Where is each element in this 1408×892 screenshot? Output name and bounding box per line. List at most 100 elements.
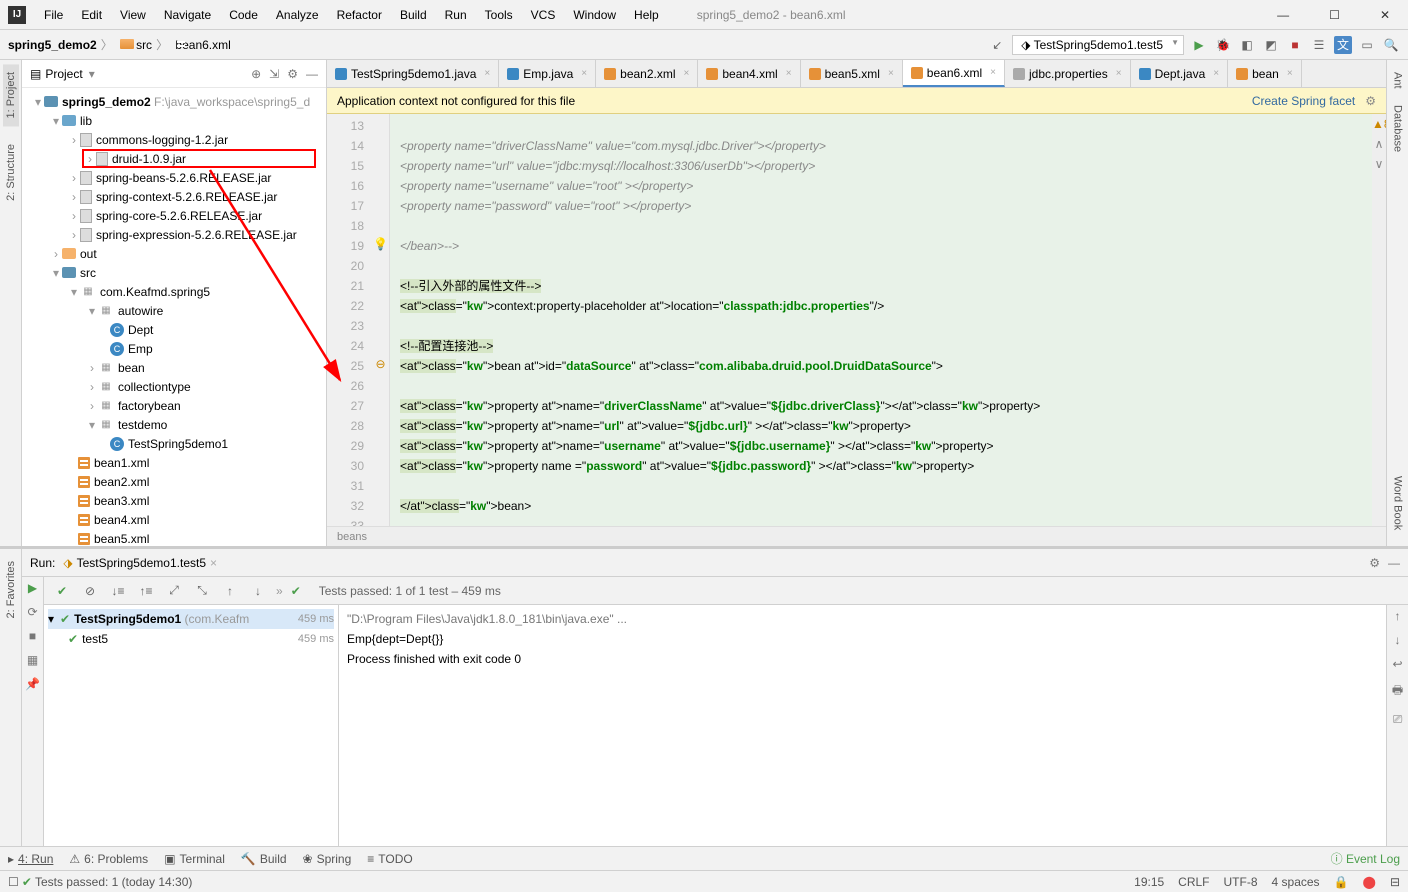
line-separator[interactable]: CRLF xyxy=(1178,875,1209,889)
banner-settings-icon[interactable]: ⚙ xyxy=(1365,94,1376,108)
pin-button[interactable]: 📌 xyxy=(25,677,40,691)
code-area[interactable]: 1314151617181920212223242526272829303132… xyxy=(327,114,1386,526)
wordbook-tool-tab[interactable]: Word Book xyxy=(1390,468,1406,538)
gutter: 💡⊖ xyxy=(372,114,390,526)
tab-Emp.java[interactable]: Emp.java× xyxy=(499,60,596,87)
maximize-button[interactable]: ☐ xyxy=(1319,4,1350,26)
expand-icon[interactable]: ⤢ xyxy=(164,583,184,598)
indent[interactable]: 4 spaces xyxy=(1272,875,1320,889)
project-title[interactable]: Project xyxy=(45,67,82,81)
collapse-all-icon[interactable]: ⤡ xyxy=(192,583,212,598)
menu-view[interactable]: View xyxy=(112,4,154,26)
database-tool-tab[interactable]: Database xyxy=(1390,97,1406,160)
menu-tools[interactable]: Tools xyxy=(477,4,521,26)
app-logo: IJ xyxy=(8,6,26,24)
run-button[interactable]: ▶ xyxy=(1190,36,1208,54)
breadcrumb[interactable]: spring5_demo2〉 src〉 bean6.xml xyxy=(8,36,231,53)
wrap-icon[interactable]: ↩ xyxy=(1392,657,1402,671)
down-icon[interactable]: ↓ xyxy=(248,584,268,598)
menu-refactor[interactable]: Refactor xyxy=(329,4,390,26)
profile-button[interactable]: ◩ xyxy=(1262,36,1280,54)
right-gutter: Ant Database Word Book xyxy=(1386,60,1408,546)
highlighted-jar[interactable]: ›druid-1.0.9.jar xyxy=(82,149,316,168)
tab-jdbc.properties[interactable]: jdbc.properties× xyxy=(1005,60,1131,87)
menu-edit[interactable]: Edit xyxy=(73,4,110,26)
build-tab[interactable]: 🔨 Build xyxy=(241,852,287,866)
menu-bar: File Edit View Navigate Code Analyze Ref… xyxy=(36,4,667,26)
todo-tab[interactable]: ≡ TODO xyxy=(367,852,412,866)
warning-indicator[interactable]: ▲8 xyxy=(1372,114,1386,134)
menu-file[interactable]: File xyxy=(36,4,71,26)
sort-icon[interactable]: ↓≡ xyxy=(108,584,128,598)
run-tab[interactable]: ▸ 4: Run xyxy=(8,852,53,866)
toggle-button[interactable]: ⟳ xyxy=(27,605,37,619)
layout-icon[interactable]: ▭ xyxy=(1358,36,1376,54)
minimize-button[interactable]: — xyxy=(1267,4,1299,26)
test-status: Tests passed: 1 of 1 test – 459 ms xyxy=(319,584,501,598)
menu-navigate[interactable]: Navigate xyxy=(156,4,219,26)
sync-icon[interactable]: ↙ xyxy=(988,36,1006,54)
locate-icon[interactable]: ⊕ xyxy=(251,67,261,81)
mem-icon[interactable]: ⊟ xyxy=(1390,875,1400,889)
layout-button[interactable]: ▦ xyxy=(27,653,38,667)
menu-run[interactable]: Run xyxy=(437,4,475,26)
test-toolbar: ✔ ⊘ ↓≡ ↑≡ ⤢ ⤡ ↑ ↓ » ✔ Tests passed: 1 of… xyxy=(44,577,1408,605)
problems-tab[interactable]: ⚠ 6: Problems xyxy=(69,852,148,866)
project-dropdown-icon[interactable]: ▾ xyxy=(89,67,95,81)
spring-tab[interactable]: ❀ Spring xyxy=(303,852,352,866)
git-icon[interactable]: ⬤ xyxy=(1363,875,1376,889)
scroll-down-icon[interactable]: ↓ xyxy=(1395,633,1401,647)
menu-help[interactable]: Help xyxy=(626,4,667,26)
menu-window[interactable]: Window xyxy=(565,4,624,26)
terminal-tab[interactable]: ▣ Terminal xyxy=(164,852,225,866)
close-button[interactable]: ✕ xyxy=(1370,4,1400,26)
tab-bean2.xml[interactable]: bean2.xml× xyxy=(596,60,698,87)
rerun-button[interactable]: ▶ xyxy=(28,581,37,595)
code-body[interactable]: <property name="driverClassName" value="… xyxy=(390,114,1372,526)
stop-button[interactable]: ■ xyxy=(1286,36,1304,54)
settings-icon[interactable]: ⚙ xyxy=(287,67,298,81)
stop-run-button[interactable]: ■ xyxy=(29,629,36,643)
event-log[interactable]: ⓘ Event Log xyxy=(1331,850,1400,867)
project-tool-tab[interactable]: 1: Project xyxy=(3,64,19,126)
menu-code[interactable]: Code xyxy=(221,4,266,26)
translate-icon[interactable]: 文 xyxy=(1334,36,1352,54)
ant-tool-tab[interactable]: Ant xyxy=(1390,64,1406,97)
print-icon[interactable]: 🖶 xyxy=(1392,681,1403,702)
coverage-button[interactable]: ◧ xyxy=(1238,36,1256,54)
menu-analyze[interactable]: Analyze xyxy=(268,4,327,26)
tab-TestSpring5demo1.java[interactable]: TestSpring5demo1.java× xyxy=(327,60,499,87)
up-icon[interactable]: ↑ xyxy=(220,584,240,598)
code-breadcrumb[interactable]: beans xyxy=(327,526,1386,546)
run-tab[interactable]: ⬗TestSpring5demo1.test5× xyxy=(63,556,217,570)
bottom-toolbar: ▸ 4: Run ⚠ 6: Problems ▣ Terminal 🔨 Buil… xyxy=(0,846,1408,870)
encoding[interactable]: UTF-8 xyxy=(1224,875,1258,889)
fail-filter-icon[interactable]: ⊘ xyxy=(80,584,100,598)
menu-build[interactable]: Build xyxy=(392,4,435,26)
scroll-up-icon[interactable]: ↑ xyxy=(1395,609,1401,623)
menu-vcs[interactable]: VCS xyxy=(523,4,564,26)
structure-tool-tab[interactable]: 2: Structure xyxy=(3,136,19,209)
tab-bean[interactable]: bean× xyxy=(1228,60,1302,87)
favorites-tool-tab[interactable]: 2: Favorites xyxy=(3,553,19,626)
sort2-icon[interactable]: ↑≡ xyxy=(136,584,156,598)
run-config-selector[interactable]: ⬗ TestSpring5demo1.test5 xyxy=(1012,35,1184,55)
collapse-icon[interactable]: ⇲ xyxy=(269,67,279,81)
hide-icon[interactable]: — xyxy=(306,67,318,81)
project-tree[interactable]: ▾spring5_demo2 F:\java_workspace\spring5… xyxy=(22,88,326,546)
create-facet-link[interactable]: Create Spring facet xyxy=(1252,94,1355,108)
structure-button[interactable]: ☰ xyxy=(1310,36,1328,54)
tab-bean5.xml[interactable]: bean5.xml× xyxy=(801,60,903,87)
lock-icon[interactable]: 🔒 xyxy=(1334,875,1349,889)
tab-Dept.java[interactable]: Dept.java× xyxy=(1131,60,1229,87)
test-tree[interactable]: ▾✔ TestSpring5demo1 (com.Keafm 459 ms ✔t… xyxy=(44,605,339,846)
debug-button[interactable]: 🐞 xyxy=(1214,36,1232,54)
run-settings-icon[interactable]: ⚙ xyxy=(1369,556,1380,570)
tab-bean4.xml[interactable]: bean4.xml× xyxy=(698,60,800,87)
pass-filter-icon[interactable]: ✔ xyxy=(52,584,72,598)
run-hide-icon[interactable]: — xyxy=(1388,556,1400,570)
search-icon[interactable]: 🔍 xyxy=(1382,36,1400,54)
tab-bean6.xml[interactable]: bean6.xml× xyxy=(903,60,1005,87)
clear-icon[interactable]: ⎚ xyxy=(1393,712,1403,727)
console-output[interactable]: "D:\Program Files\Java\jdk1.8.0_181\bin\… xyxy=(339,605,1386,846)
